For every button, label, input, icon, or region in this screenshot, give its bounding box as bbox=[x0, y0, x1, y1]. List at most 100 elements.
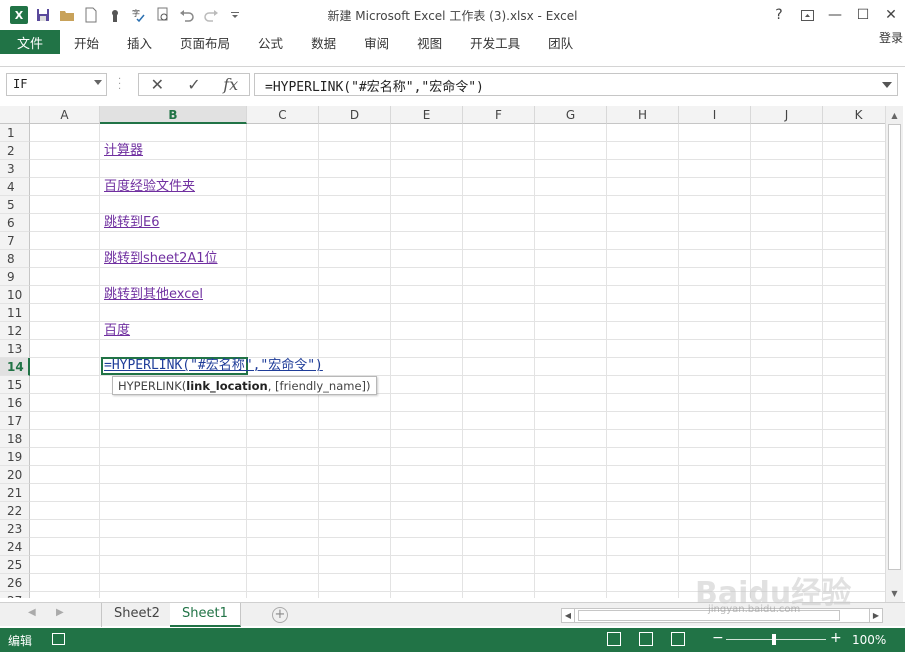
row-header-2[interactable]: 2 bbox=[0, 142, 30, 160]
minimize-button[interactable]: — bbox=[821, 0, 849, 30]
cell-b12-link[interactable]: 百度 bbox=[104, 322, 130, 340]
column-header-d[interactable]: D bbox=[319, 106, 391, 124]
tab-file[interactable]: 文件 bbox=[0, 30, 60, 54]
zoom-out-button[interactable]: − bbox=[712, 630, 724, 646]
column-header-i[interactable]: I bbox=[679, 106, 751, 124]
row-header-7[interactable]: 7 bbox=[0, 232, 30, 250]
zoom-in-button[interactable]: + bbox=[830, 630, 842, 646]
cell-b6-link[interactable]: 跳转到E6 bbox=[104, 214, 160, 232]
sheet-tab-sheet1[interactable]: Sheet1 bbox=[170, 603, 241, 627]
row-header-26[interactable]: 26 bbox=[0, 574, 30, 592]
row-header-21[interactable]: 21 bbox=[0, 484, 30, 502]
column-header-h[interactable]: H bbox=[607, 106, 679, 124]
row-header-5[interactable]: 5 bbox=[0, 196, 30, 214]
tab-review[interactable]: 审阅 bbox=[350, 30, 403, 54]
row-header-8[interactable]: 8 bbox=[0, 250, 30, 268]
column-header-b[interactable]: B bbox=[100, 106, 247, 124]
chevron-down-icon[interactable] bbox=[94, 80, 102, 85]
column-header-c[interactable]: C bbox=[247, 106, 319, 124]
cell-b4-link[interactable]: 百度经验文件夹 bbox=[104, 178, 195, 196]
tab-data[interactable]: 数据 bbox=[297, 30, 350, 54]
row-header-16[interactable]: 16 bbox=[0, 394, 30, 412]
zoom-slider[interactable] bbox=[726, 639, 826, 640]
row-header-15[interactable]: 15 bbox=[0, 376, 30, 394]
login-link[interactable]: 登录 bbox=[879, 30, 903, 46]
add-sheet-button[interactable]: + bbox=[272, 607, 288, 623]
row-header-24[interactable]: 24 bbox=[0, 538, 30, 556]
worksheet-grid[interactable]: ABCDEFGHIJK 1 2 3 4 5 6 7 8 9 10 11 12 13 14 15 16 17 18 1… bbox=[0, 106, 885, 598]
scroll-left-icon[interactable]: ◀ bbox=[562, 609, 575, 622]
zoom-level[interactable]: 100% bbox=[852, 633, 886, 647]
row-header-27[interactable]: 27 bbox=[0, 592, 30, 598]
next-sheet-icon[interactable]: ▶ bbox=[56, 607, 64, 618]
row-header-4[interactable]: 4 bbox=[0, 178, 30, 196]
tab-insert[interactable]: 插入 bbox=[113, 30, 166, 54]
row-header-12[interactable]: 12 bbox=[0, 322, 30, 340]
cell-b8-link[interactable]: 跳转到sheet2A1位 bbox=[104, 250, 218, 268]
row-header-18[interactable]: 18 bbox=[0, 430, 30, 448]
undo-icon[interactable] bbox=[176, 4, 198, 26]
vertical-scrollbar[interactable]: ▲ ▼ bbox=[885, 106, 903, 602]
row-header-14[interactable]: 14 bbox=[0, 358, 30, 376]
help-button[interactable]: ? bbox=[765, 0, 793, 30]
cell-b10-link[interactable]: 跳转到其他excel bbox=[104, 286, 203, 304]
expand-formula-bar-icon[interactable] bbox=[882, 82, 892, 88]
horizontal-scrollbar[interactable]: ◀ ▶ bbox=[561, 608, 883, 623]
print-preview-icon[interactable] bbox=[152, 4, 174, 26]
macro-record-icon[interactable] bbox=[52, 633, 65, 645]
row-header-20[interactable]: 20 bbox=[0, 466, 30, 484]
tab-developer[interactable]: 开发工具 bbox=[456, 30, 534, 54]
row-header-22[interactable]: 22 bbox=[0, 502, 30, 520]
tooltip-current-arg[interactable]: link_location bbox=[186, 379, 267, 393]
row-header-11[interactable]: 11 bbox=[0, 304, 30, 322]
maximize-button[interactable]: ☐ bbox=[849, 0, 877, 30]
column-header-e[interactable]: E bbox=[391, 106, 463, 124]
row-header-19[interactable]: 19 bbox=[0, 448, 30, 466]
tab-formulas[interactable]: 公式 bbox=[244, 30, 297, 54]
page-layout-view-icon[interactable] bbox=[639, 632, 653, 646]
redo-icon[interactable] bbox=[200, 4, 222, 26]
row-header-10[interactable]: 10 bbox=[0, 286, 30, 304]
cancel-icon[interactable]: ✕ bbox=[139, 74, 176, 95]
column-header-f[interactable]: F bbox=[463, 106, 535, 124]
insert-function-icon[interactable]: fx bbox=[212, 74, 249, 95]
cell-b14-editing-text[interactable]: =HYPERLINK("#宏名称","宏命令") bbox=[104, 357, 323, 375]
row-header-13[interactable]: 13 bbox=[0, 340, 30, 358]
row-header-6[interactable]: 6 bbox=[0, 214, 30, 232]
enter-icon[interactable]: ✓ bbox=[176, 74, 213, 95]
select-all-corner[interactable] bbox=[0, 106, 30, 124]
column-header-j[interactable]: J bbox=[751, 106, 823, 124]
row-header-9[interactable]: 9 bbox=[0, 268, 30, 286]
drag-handle-icon[interactable]: · · · bbox=[118, 75, 121, 95]
row-header-23[interactable]: 23 bbox=[0, 520, 30, 538]
ribbon-display-options-icon[interactable] bbox=[793, 0, 821, 30]
spelling-icon[interactable]: 字 bbox=[128, 4, 150, 26]
tab-view[interactable]: 视图 bbox=[403, 30, 456, 54]
column-header-g[interactable]: G bbox=[535, 106, 607, 124]
tab-home[interactable]: 开始 bbox=[60, 30, 113, 54]
tab-page-layout[interactable]: 页面布局 bbox=[166, 30, 244, 54]
page-break-preview-icon[interactable] bbox=[671, 632, 685, 646]
customize-icon[interactable] bbox=[224, 4, 246, 26]
sheet-tab-sheet2[interactable]: Sheet2 bbox=[101, 603, 173, 627]
open-icon[interactable] bbox=[56, 4, 78, 26]
cell-b2-link[interactable]: 计算器 bbox=[104, 142, 143, 160]
row-header-25[interactable]: 25 bbox=[0, 556, 30, 574]
prev-sheet-icon[interactable]: ◀ bbox=[28, 607, 36, 618]
tab-team[interactable]: 团队 bbox=[534, 30, 587, 54]
row-header-1[interactable]: 1 bbox=[0, 124, 30, 142]
new-icon[interactable] bbox=[80, 4, 102, 26]
column-header-k[interactable]: K bbox=[823, 106, 885, 124]
zoom-slider-knob[interactable] bbox=[772, 634, 776, 645]
formula-input[interactable]: =HYPERLINK("#宏名称","宏命令") bbox=[254, 73, 898, 96]
scroll-up-icon[interactable]: ▲ bbox=[887, 108, 902, 122]
tooltip-function[interactable]: HYPERLINK( bbox=[118, 379, 186, 393]
row-header-17[interactable]: 17 bbox=[0, 412, 30, 430]
scroll-right-icon[interactable]: ▶ bbox=[869, 609, 882, 622]
normal-view-icon[interactable] bbox=[607, 632, 621, 646]
scroll-down-icon[interactable]: ▼ bbox=[887, 586, 902, 600]
excel-logo-icon[interactable]: X bbox=[8, 4, 30, 26]
column-header-a[interactable]: A bbox=[30, 106, 100, 124]
scroll-thumb[interactable] bbox=[888, 124, 901, 570]
name-box[interactable]: IF bbox=[6, 73, 107, 96]
